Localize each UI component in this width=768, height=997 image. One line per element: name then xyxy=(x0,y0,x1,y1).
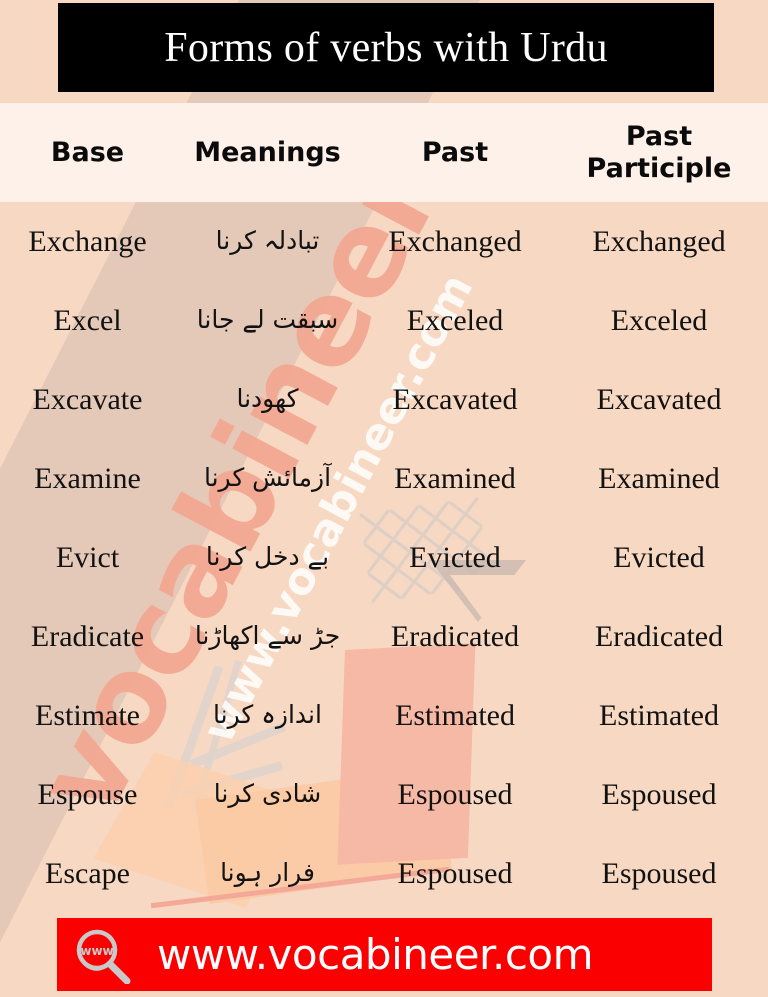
cell-meaning: سبقت لے جانا xyxy=(196,305,339,335)
table-row: Excavate کھودنا Excavated Excavated xyxy=(0,360,768,439)
table-row: Evict بے دخل کرنا Evicted Evicted xyxy=(0,518,768,597)
cell-base: Excel xyxy=(53,303,122,337)
cell-past: Examined xyxy=(394,461,516,495)
cell-meaning: شادی کرنا xyxy=(213,779,322,809)
table-row: Estimate اندازہ کرنا Estimated Estimated xyxy=(0,676,768,755)
www-icon-label: www xyxy=(80,944,113,958)
cell-meaning: جڑ سے اکھاڑنا xyxy=(194,621,341,651)
cell-past-participle: Exceled xyxy=(610,303,708,337)
cell-past: Evicted xyxy=(409,540,501,574)
cell-past: Exchanged xyxy=(388,224,522,258)
footer-banner[interactable]: www www.vocabineer.com xyxy=(57,918,712,991)
table-row: Examine آزمائش کرنا Examined Examined xyxy=(0,439,768,518)
cell-past-participle: Exchanged xyxy=(592,224,726,258)
column-header-past: Past xyxy=(421,136,489,168)
table-row: Exchange تبادلہ کرنا Exchanged Exchanged xyxy=(0,202,768,281)
cell-past: Espoused xyxy=(397,777,513,811)
cell-past-participle: Espoused xyxy=(601,777,717,811)
page-title: Forms of verbs with Urdu xyxy=(164,24,608,71)
cell-past: Excavated xyxy=(392,382,518,416)
cell-base: Estimate xyxy=(35,698,140,732)
cell-past-participle: Evicted xyxy=(613,540,705,574)
cell-base: Evict xyxy=(55,540,120,574)
table-row: Espouse شادی کرنا Espoused Espoused xyxy=(0,755,768,834)
cell-past: Eradicated xyxy=(390,619,520,653)
infographic-page: vocabineer www.vocabineer.com Forms of v… xyxy=(0,0,768,997)
title-banner: Forms of verbs with Urdu xyxy=(58,3,714,92)
cell-past: Exceled xyxy=(406,303,504,337)
table-header-row: Base Meanings Past Past Participle xyxy=(0,103,768,202)
cell-meaning: آزمائش کرنا xyxy=(203,463,332,493)
cell-base: Eradicate xyxy=(30,619,145,653)
column-header-past-participle: Past Participle xyxy=(550,121,768,183)
cell-past: Espoused xyxy=(397,856,513,890)
cell-past-participle: Espoused xyxy=(601,856,717,890)
column-header-past-participle-line2: Participle xyxy=(586,152,732,184)
cell-base: Examine xyxy=(34,461,141,495)
table-row: Excel سبقت لے جانا Exceled Exceled xyxy=(0,281,768,360)
footer-url-text: www.vocabineer.com xyxy=(157,930,594,979)
table-body: Exchange تبادلہ کرنا Exchanged Exchanged Exc… xyxy=(0,202,768,913)
cell-meaning: بے دخل کرنا xyxy=(205,542,330,572)
cell-meaning: کھودنا xyxy=(236,384,299,414)
cell-past-participle: Examined xyxy=(598,461,720,495)
table-row: Escape فرار ہونا Espoused Espoused xyxy=(0,834,768,913)
cell-past: Estimated xyxy=(395,698,515,732)
column-header-meanings: Meanings xyxy=(194,136,341,168)
cell-base: Excavate xyxy=(32,382,143,416)
column-header-base: Base xyxy=(50,136,125,168)
column-header-past-participle-line1: Past xyxy=(625,121,693,153)
cell-past-participle: Eradicated xyxy=(594,619,724,653)
cell-meaning: اندازہ کرنا xyxy=(213,700,322,730)
cell-base: Escape xyxy=(45,856,130,890)
cell-base: Espouse xyxy=(37,777,138,811)
cell-past-participle: Estimated xyxy=(599,698,719,732)
cell-meaning: فرار ہونا xyxy=(220,858,315,888)
cell-meaning: تبادلہ کرنا xyxy=(215,226,320,256)
cell-past-participle: Excavated xyxy=(596,382,722,416)
magnifier-www-icon: www xyxy=(71,926,133,984)
table-row: Eradicate جڑ سے اکھاڑنا Eradicated Eradicat… xyxy=(0,597,768,676)
cell-base: Exchange xyxy=(28,224,147,258)
